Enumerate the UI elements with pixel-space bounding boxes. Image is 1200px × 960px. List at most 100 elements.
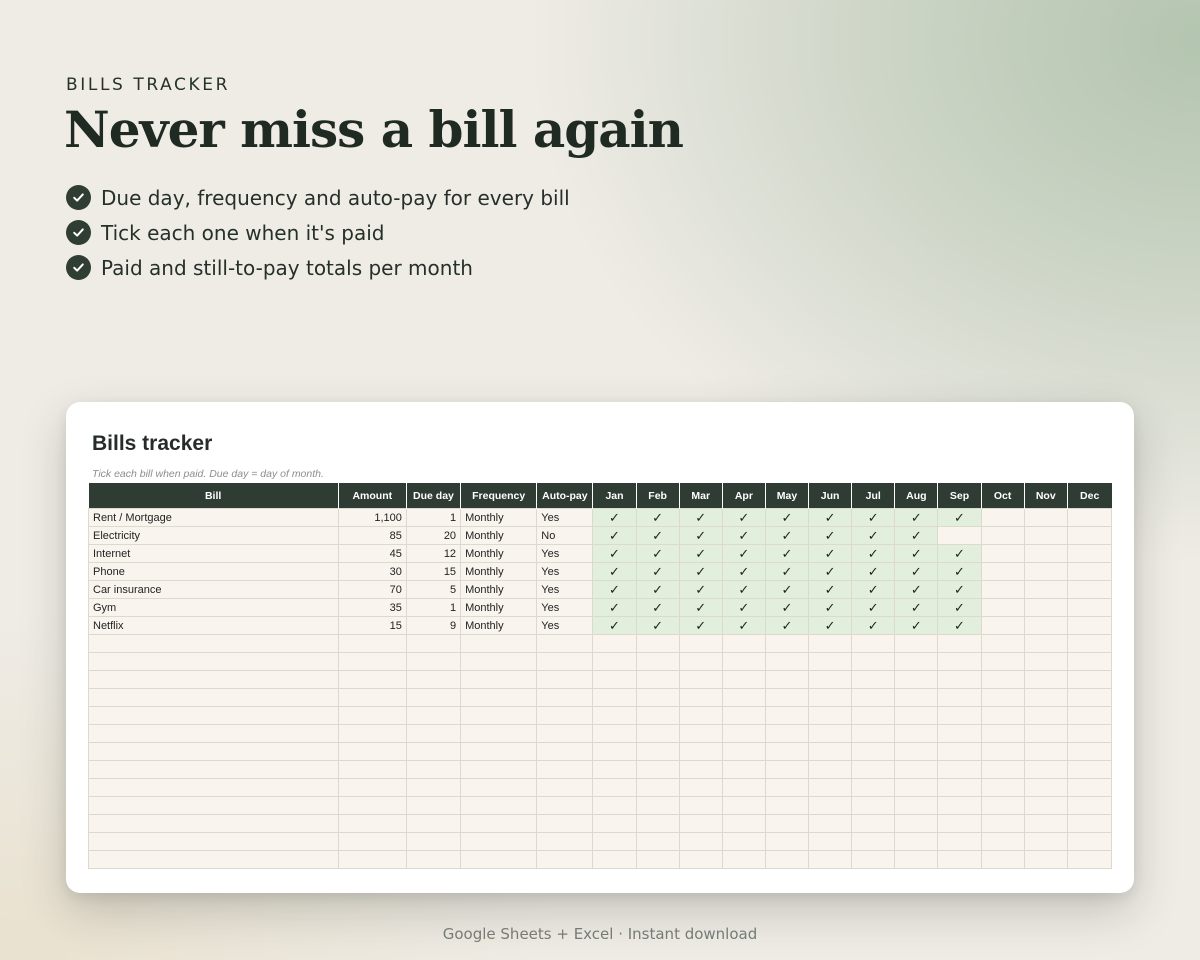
empty-cell[interactable] <box>88 814 339 833</box>
paid-checkbox-cell[interactable]: ✓ <box>764 580 810 599</box>
empty-cell[interactable] <box>592 832 637 851</box>
bill-name-cell[interactable]: Rent / Mortgage <box>88 508 339 527</box>
empty-cell[interactable] <box>337 724 407 743</box>
paid-checkbox-cell[interactable]: ✓ <box>635 616 680 635</box>
unpaid-checkbox-cell[interactable] <box>980 508 1025 527</box>
empty-cell[interactable] <box>894 778 939 797</box>
unpaid-checkbox-cell[interactable] <box>1066 616 1113 635</box>
unpaid-checkbox-cell[interactable] <box>980 598 1025 617</box>
paid-checkbox-cell[interactable]: ✓ <box>937 580 982 599</box>
bill-name-cell[interactable]: Electricity <box>88 526 339 545</box>
amount-cell[interactable]: 85 <box>337 526 407 545</box>
paid-checkbox-cell[interactable]: ✓ <box>678 544 723 563</box>
empty-cell[interactable] <box>635 688 680 707</box>
paid-checkbox-cell[interactable]: ✓ <box>894 526 939 545</box>
empty-cell[interactable] <box>894 634 939 653</box>
empty-cell[interactable] <box>460 850 538 869</box>
paid-checkbox-cell[interactable]: ✓ <box>937 562 982 581</box>
empty-cell[interactable] <box>937 778 982 797</box>
empty-cell[interactable] <box>894 814 939 833</box>
empty-cell[interactable] <box>894 760 939 779</box>
unpaid-checkbox-cell[interactable] <box>980 544 1025 563</box>
empty-cell[interactable] <box>88 652 339 671</box>
empty-cell[interactable] <box>894 832 939 851</box>
empty-cell[interactable] <box>592 742 637 761</box>
empty-cell[interactable] <box>635 796 680 815</box>
empty-cell[interactable] <box>592 688 637 707</box>
empty-cell[interactable] <box>1066 706 1113 725</box>
paid-checkbox-cell[interactable]: ✓ <box>937 544 982 563</box>
paid-checkbox-cell[interactable]: ✓ <box>721 562 766 581</box>
empty-cell[interactable] <box>337 706 407 725</box>
unpaid-checkbox-cell[interactable] <box>1066 562 1113 581</box>
empty-cell[interactable] <box>88 796 339 815</box>
empty-cell[interactable] <box>678 850 723 869</box>
empty-cell[interactable] <box>460 670 538 689</box>
empty-cell[interactable] <box>536 814 594 833</box>
empty-cell[interactable] <box>460 652 538 671</box>
paid-checkbox-cell[interactable]: ✓ <box>808 526 853 545</box>
empty-cell[interactable] <box>894 670 939 689</box>
paid-checkbox-cell[interactable]: ✓ <box>808 544 853 563</box>
paid-checkbox-cell[interactable]: ✓ <box>851 508 896 527</box>
empty-cell[interactable] <box>460 778 538 797</box>
empty-cell[interactable] <box>1023 706 1068 725</box>
empty-cell[interactable] <box>337 796 407 815</box>
empty-cell[interactable] <box>808 670 853 689</box>
paid-checkbox-cell[interactable]: ✓ <box>635 598 680 617</box>
empty-cell[interactable] <box>851 724 896 743</box>
empty-cell[interactable] <box>721 688 766 707</box>
empty-cell[interactable] <box>1066 814 1113 833</box>
empty-cell[interactable] <box>678 778 723 797</box>
due-day-cell[interactable]: 5 <box>405 580 462 599</box>
empty-cell[interactable] <box>405 688 462 707</box>
empty-cell[interactable] <box>980 688 1025 707</box>
empty-cell[interactable] <box>337 778 407 797</box>
empty-cell[interactable] <box>635 652 680 671</box>
autopay-cell[interactable]: Yes <box>536 508 594 527</box>
empty-cell[interactable] <box>721 706 766 725</box>
empty-cell[interactable] <box>460 796 538 815</box>
empty-cell[interactable] <box>460 832 538 851</box>
unpaid-checkbox-cell[interactable] <box>937 526 982 545</box>
paid-checkbox-cell[interactable]: ✓ <box>721 580 766 599</box>
empty-cell[interactable] <box>678 652 723 671</box>
amount-cell[interactable]: 15 <box>337 616 407 635</box>
frequency-cell[interactable]: Monthly <box>460 616 538 635</box>
empty-cell[interactable] <box>980 814 1025 833</box>
empty-cell[interactable] <box>764 670 810 689</box>
paid-checkbox-cell[interactable]: ✓ <box>764 562 810 581</box>
empty-cell[interactable] <box>460 742 538 761</box>
empty-cell[interactable] <box>635 742 680 761</box>
paid-checkbox-cell[interactable]: ✓ <box>894 616 939 635</box>
empty-cell[interactable] <box>1066 778 1113 797</box>
paid-checkbox-cell[interactable]: ✓ <box>764 544 810 563</box>
empty-cell[interactable] <box>635 832 680 851</box>
empty-cell[interactable] <box>937 652 982 671</box>
unpaid-checkbox-cell[interactable] <box>1023 598 1068 617</box>
paid-checkbox-cell[interactable]: ✓ <box>592 526 637 545</box>
paid-checkbox-cell[interactable]: ✓ <box>894 508 939 527</box>
unpaid-checkbox-cell[interactable] <box>1066 580 1113 599</box>
due-day-cell[interactable]: 1 <box>405 598 462 617</box>
paid-checkbox-cell[interactable]: ✓ <box>592 580 637 599</box>
paid-checkbox-cell[interactable]: ✓ <box>678 598 723 617</box>
empty-cell[interactable] <box>721 652 766 671</box>
paid-checkbox-cell[interactable]: ✓ <box>894 580 939 599</box>
empty-cell[interactable] <box>894 652 939 671</box>
empty-cell[interactable] <box>980 670 1025 689</box>
due-day-cell[interactable]: 20 <box>405 526 462 545</box>
empty-cell[interactable] <box>721 634 766 653</box>
empty-cell[interactable] <box>337 670 407 689</box>
due-day-cell[interactable]: 9 <box>405 616 462 635</box>
empty-cell[interactable] <box>937 796 982 815</box>
paid-checkbox-cell[interactable]: ✓ <box>592 544 637 563</box>
empty-cell[interactable] <box>1066 688 1113 707</box>
empty-cell[interactable] <box>536 760 594 779</box>
empty-cell[interactable] <box>894 706 939 725</box>
bill-name-cell[interactable]: Car insurance <box>88 580 339 599</box>
empty-cell[interactable] <box>337 814 407 833</box>
empty-cell[interactable] <box>536 850 594 869</box>
empty-cell[interactable] <box>808 724 853 743</box>
empty-cell[interactable] <box>1023 742 1068 761</box>
